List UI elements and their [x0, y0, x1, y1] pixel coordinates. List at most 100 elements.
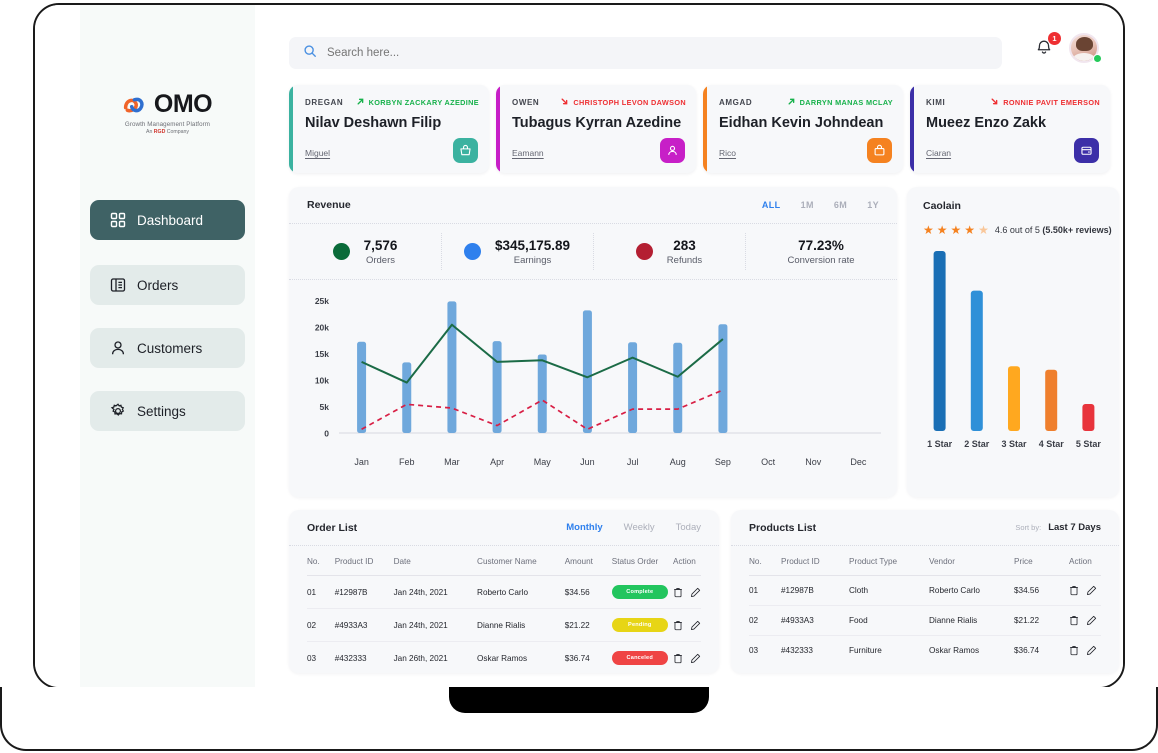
- delete-icon[interactable]: [673, 620, 683, 631]
- products-list-panel: Products List Sort by: Last 7 Days No. P…: [731, 510, 1119, 673]
- rating-summary: ★ ★ ★ ★ ★ 4.6 out of 5 (5.50k+ reviews): [923, 224, 1112, 236]
- status-badge: Complete: [611, 585, 668, 599]
- sidebar-item-settings[interactable]: Settings: [90, 391, 245, 431]
- sidebar-item-customers[interactable]: Customers: [90, 328, 245, 368]
- revenue-chart: 0 5k 10k 15k 20k 25k Jan Feb Mar Apr May Jun Jul Aug S…: [315, 296, 881, 467]
- delete-icon[interactable]: [1069, 585, 1079, 596]
- edit-icon[interactable]: [690, 653, 701, 664]
- table-row[interactable]: 03 #432333 Furniture Oskar Ramos $36.74: [749, 635, 1101, 665]
- x-axis-tick-label: Mar: [444, 457, 460, 467]
- column-header: Product ID: [781, 557, 820, 566]
- delete-icon[interactable]: [1069, 615, 1079, 626]
- star-icon-half: ★: [978, 223, 989, 237]
- chart-bar: [447, 301, 457, 433]
- table-row[interactable]: 02 #4933A3 Food Dianne Rialis $21.22: [749, 605, 1101, 636]
- search-bar[interactable]: [289, 37, 1002, 69]
- person-icon[interactable]: [660, 138, 685, 163]
- trend-up-icon: [787, 97, 796, 108]
- range-tab-6m[interactable]: 6M: [834, 200, 847, 210]
- online-status-dot: [1093, 54, 1102, 63]
- person-card-name: Mueez Enzo Zakk: [926, 115, 1047, 131]
- range-tab-1m[interactable]: 1M: [801, 200, 814, 210]
- edit-icon[interactable]: [1086, 615, 1097, 626]
- cell-no: 02: [749, 605, 781, 636]
- notification-bell-button[interactable]: 1: [1034, 32, 1061, 59]
- person-card[interactable]: AMGAD DARRYN MANAS MCLAY Eidhan Kevin Jo…: [703, 85, 903, 173]
- person-card-sub[interactable]: Miguel: [305, 148, 330, 158]
- cell-no: 03: [307, 641, 335, 673]
- sidebar: OMO Growth Management Platform An RGD Co…: [80, 5, 255, 687]
- x-axis-tick-label: 4 Star: [1039, 439, 1065, 449]
- column-header: Amount: [564, 557, 593, 566]
- delete-icon[interactable]: [1069, 645, 1079, 656]
- person-card-sub[interactable]: Rico: [719, 148, 736, 158]
- sort-by-value[interactable]: Last 7 Days: [1048, 522, 1101, 533]
- x-axis-tick-label: May: [534, 457, 552, 467]
- person-card-sub[interactable]: Eamann: [512, 148, 544, 158]
- user-icon: [110, 340, 126, 356]
- table-row[interactable]: 01 #12987B Cloth Roberto Carlo $34.56: [749, 575, 1101, 606]
- sidebar-item-dashboard[interactable]: Dashboard: [90, 200, 245, 240]
- table-header-row: No. Product ID Product Type Vendor Price…: [749, 546, 1101, 576]
- column-header: Customer Name: [477, 557, 537, 566]
- cell-price: $21.22: [1014, 605, 1069, 636]
- accent-bar: [496, 85, 500, 173]
- stat-refunds: 283 Refunds: [593, 224, 745, 279]
- range-tab-all[interactable]: ALL: [762, 200, 781, 210]
- x-axis-tick-label: 3 Star: [1001, 439, 1027, 449]
- panel-title: Products List: [749, 521, 817, 534]
- x-axis-tick-label: Dec: [850, 457, 867, 467]
- person-card[interactable]: DREGAN KORBYN ZACKARY AZEDINE Nilav Desh…: [289, 85, 489, 173]
- person-card[interactable]: KIMI RONNIE PAVIT EMERSON Mueez Enzo Zak…: [910, 85, 1110, 173]
- person-card[interactable]: OWEN CHRISTOPH LEVON DAWSON Tubagus Kyrr…: [496, 85, 696, 173]
- cell-product-type: Cloth: [849, 575, 929, 606]
- wallet-icon[interactable]: [1074, 138, 1099, 163]
- sidebar-item-orders[interactable]: Orders: [90, 265, 245, 305]
- search-input[interactable]: [327, 47, 988, 59]
- basket-icon[interactable]: [453, 138, 478, 163]
- revenue-header: Revenue ALL 1M 6M 1Y: [289, 187, 897, 224]
- cell-date: Jan 24th, 2021: [393, 608, 478, 642]
- table-row[interactable]: 03 #432333 Jan 26th, 2021 Oskar Ramos $36.74…: [307, 641, 701, 673]
- sort-by-control[interactable]: Sort by: Last 7 Days: [1015, 522, 1101, 533]
- person-card-sub[interactable]: Ciaran: [926, 148, 951, 158]
- cell-amount: $21.22: [564, 608, 612, 642]
- trend-text: KORBYN ZACKARY AZEDINE: [368, 98, 479, 107]
- cell-amount: $34.56: [564, 575, 612, 609]
- edit-icon[interactable]: [1086, 585, 1097, 596]
- y-axis-tick-label: 25k: [315, 296, 329, 306]
- column-header: Action: [1069, 557, 1092, 566]
- edit-icon[interactable]: [690, 587, 701, 598]
- table-row[interactable]: 02 #4933A3 Jan 24th, 2021 Dianne Rialis $21.…: [307, 608, 701, 642]
- delete-icon[interactable]: [673, 587, 683, 598]
- tab-weekly[interactable]: Weekly: [624, 522, 655, 533]
- omo-logo-icon: [123, 95, 151, 115]
- app-logo: OMO Growth Management Platform An RGD Co…: [80, 90, 255, 135]
- chart-bar: [1008, 366, 1020, 431]
- stat-dot: [463, 243, 481, 260]
- stat-value: 283: [673, 237, 696, 253]
- x-axis-tick-label: 5 Star: [1076, 439, 1102, 449]
- chart-bar: [582, 310, 592, 433]
- range-tab-1y[interactable]: 1Y: [867, 200, 879, 210]
- y-axis-tick-label: 20k: [315, 322, 329, 332]
- table-row[interactable]: 01 #12987B Jan 24th, 2021 Roberto Carlo $34.…: [307, 575, 701, 609]
- star-rating: ★ ★ ★ ★ ★: [923, 224, 989, 236]
- edit-icon[interactable]: [1086, 645, 1097, 656]
- order-list-header: Order List Monthly Weekly Today: [289, 510, 719, 546]
- stat-orders: 7,576 Orders: [289, 224, 441, 279]
- bag-icon[interactable]: [867, 138, 892, 163]
- revenue-range-tabs: ALL 1M 6M 1Y: [762, 200, 879, 210]
- tab-today[interactable]: Today: [676, 522, 701, 533]
- cell-no: 01: [307, 575, 335, 609]
- cell-status: Complete: [611, 575, 673, 609]
- column-header: Date: [393, 557, 411, 566]
- rating-panel: Caolain ★ ★ ★ ★ ★ 4.6 out of 5 (5.50k+ revie…: [907, 187, 1119, 497]
- y-axis-tick-label: 10k: [315, 375, 329, 385]
- edit-icon[interactable]: [690, 620, 701, 631]
- delete-icon[interactable]: [673, 653, 683, 664]
- cell-amount: $36.74: [564, 641, 612, 673]
- chart-bar: [628, 342, 638, 433]
- tab-monthly[interactable]: Monthly: [566, 522, 602, 533]
- stat-label: Orders: [365, 254, 396, 266]
